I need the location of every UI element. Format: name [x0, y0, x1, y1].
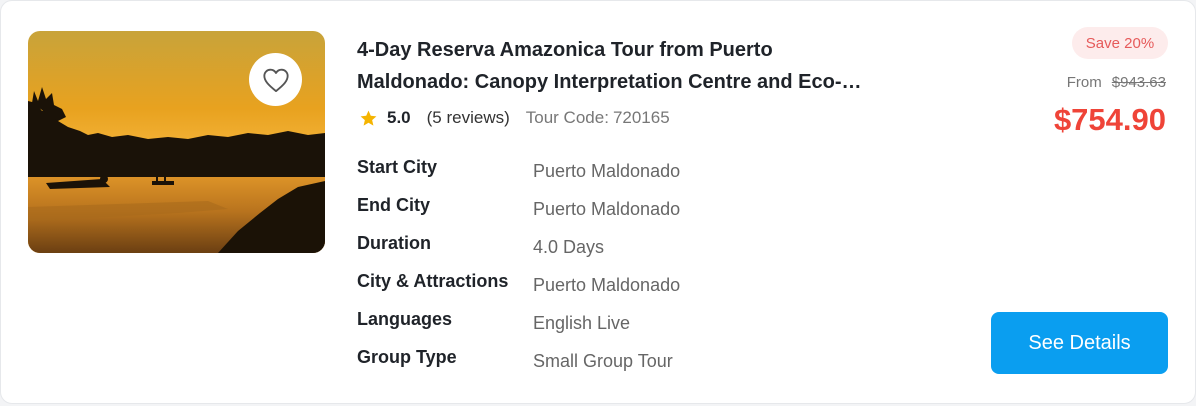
detail-label: Languages: [357, 309, 453, 329]
detail-row-duration: Duration 4.0 Days: [357, 233, 877, 271]
detail-row-end-city: End City Puerto Maldonado: [357, 195, 877, 233]
review-count[interactable]: (5 reviews): [427, 108, 510, 128]
tour-details: Start City Puerto Maldonado End City Pue…: [357, 157, 877, 385]
detail-label: Start City: [357, 157, 438, 177]
detail-label: Group Type: [357, 347, 457, 367]
detail-label: End City: [357, 195, 431, 215]
detail-value: Puerto Maldonado: [533, 161, 681, 181]
discount-badge: Save 20%: [1072, 27, 1168, 59]
see-details-button[interactable]: See Details: [991, 312, 1168, 374]
detail-value: 4.0 Days: [533, 237, 605, 257]
detail-row-languages: Languages English Live: [357, 309, 877, 347]
current-price: $754.90: [1053, 102, 1166, 137]
detail-value: Puerto Maldonado: [533, 199, 681, 219]
favorite-button[interactable]: [249, 53, 302, 106]
original-price: $943.63: [1111, 74, 1166, 91]
tour-code-value: 720165: [612, 108, 670, 127]
detail-value: Puerto Maldonado: [533, 275, 681, 295]
heart-outline-icon: [262, 68, 289, 92]
rating-value: 5.0: [387, 108, 411, 127]
detail-row-start-city: Start City Puerto Maldonado: [357, 157, 877, 195]
tour-title[interactable]: 4-Day Reserva Amazonica Tour from Puerto…: [357, 34, 867, 98]
detail-row-attractions: City & Attractions Puerto Maldonado: [357, 271, 877, 309]
detail-value: English Live: [533, 313, 631, 333]
original-price-row: From $943.63: [1067, 74, 1166, 91]
detail-row-group-type: Group Type Small Group Tour: [357, 347, 877, 385]
rating-row: 5.0 (5 reviews) Tour Code: 720165: [359, 106, 670, 130]
detail-label: City & Attractions: [357, 271, 509, 291]
detail-label: Duration: [357, 233, 431, 253]
from-label: From: [1066, 74, 1102, 91]
tour-card: 4-Day Reserva Amazonica Tour from Puerto…: [0, 0, 1196, 404]
tour-code-label: Tour Code:: [525, 108, 609, 127]
star-icon: [360, 110, 377, 126]
detail-value: Small Group Tour: [533, 351, 673, 371]
